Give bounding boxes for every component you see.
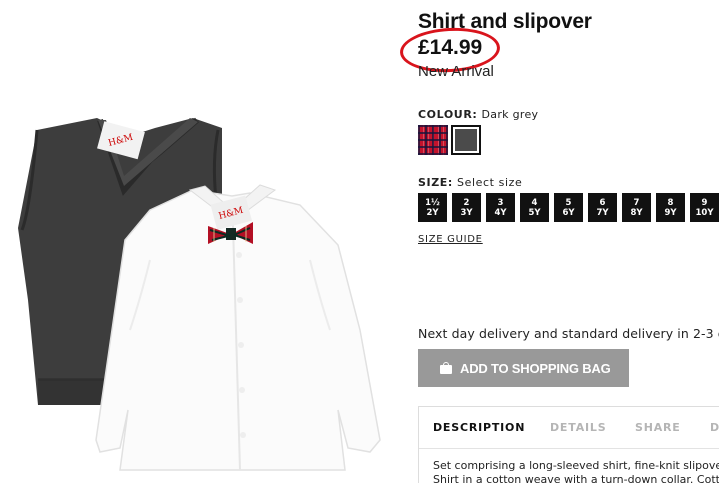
tab-share[interactable]: SHARE — [635, 421, 681, 434]
size-option-5y[interactable]: 4 5Y — [520, 193, 549, 222]
description-line: Set comprising a long-sleeved shirt, fin… — [433, 459, 719, 472]
size-option-8y[interactable]: 7 8Y — [622, 193, 651, 222]
size-option-7y[interactable]: 6 7Y — [588, 193, 617, 222]
colour-selected-value: Dark grey — [481, 108, 539, 121]
tab-description[interactable]: DESCRIPTION — [433, 421, 525, 434]
tab-details[interactable]: DETAILS — [550, 421, 606, 434]
size-option-6y[interactable]: 5 6Y — [554, 193, 583, 222]
add-to-bag-label: ADD TO SHOPPING BAG — [460, 360, 611, 376]
shopping-bag-icon — [440, 362, 452, 374]
colour-label-key: COLOUR: — [418, 108, 478, 121]
size-option-9y[interactable]: 8 9Y — [656, 193, 685, 222]
colour-label: COLOUR: Dark grey — [418, 108, 538, 121]
product-info-tabs: DESCRIPTION DETAILS SHARE D Set comprisi… — [418, 406, 719, 483]
size-years: 9Y — [664, 207, 677, 218]
colour-swatch-dark-grey[interactable] — [451, 125, 481, 155]
add-to-bag-button[interactable]: ADD TO SHOPPING BAG — [418, 349, 629, 387]
size-years: 10Y — [695, 207, 714, 218]
size-age: 2 — [463, 197, 470, 208]
new-arrival-badge: New Arrival — [418, 63, 494, 80]
delivery-info: Next day delivery and standard delivery … — [418, 326, 719, 341]
tab-more[interactable]: D — [710, 421, 719, 434]
size-age: 6 — [599, 197, 606, 208]
colour-swatch-tartan[interactable] — [418, 125, 448, 155]
size-years: 2Y — [426, 207, 439, 218]
size-option-4y[interactable]: 3 4Y — [486, 193, 515, 222]
size-age: 7 — [633, 197, 640, 208]
product-description: Set comprising a long-sleeved shirt, fin… — [433, 459, 719, 483]
size-age: 3 — [497, 197, 504, 208]
size-years: 8Y — [630, 207, 643, 218]
size-option-2y[interactable]: 1½ 2Y — [418, 193, 447, 222]
size-years: 7Y — [596, 207, 609, 218]
size-age: 5 — [565, 197, 572, 208]
size-years: 4Y — [494, 207, 507, 218]
shirt-image: H&M — [95, 184, 381, 471]
size-age: 8 — [667, 197, 674, 208]
size-years: 5Y — [528, 207, 541, 218]
size-age: 1½ — [425, 197, 440, 208]
description-line: Shirt in a cotton weave with a turn-down… — [433, 473, 719, 483]
size-guide-link[interactable]: SIZE GUIDE — [418, 234, 483, 245]
tabs-divider — [419, 448, 719, 449]
swatch-fill — [455, 129, 477, 151]
size-option-10y[interactable]: 9 10Y — [690, 193, 719, 222]
size-options: 1½ 2Y 2 3Y 3 4Y 4 5Y 5 6Y 6 7Y 7 8Y 8 9Y 9 10Y — [418, 193, 719, 223]
size-years: 3Y — [460, 207, 473, 218]
size-option-3y[interactable]: 2 3Y — [452, 193, 481, 222]
product-image: H&M H&M — [0, 0, 405, 483]
size-label-key: SIZE: — [418, 176, 453, 189]
size-prompt: Select size — [457, 176, 523, 189]
product-price: £14.99 — [418, 36, 483, 59]
size-label: SIZE: Select size — [418, 176, 522, 189]
size-age: 4 — [531, 197, 538, 208]
size-age: 9 — [701, 197, 708, 208]
size-years: 6Y — [562, 207, 575, 218]
